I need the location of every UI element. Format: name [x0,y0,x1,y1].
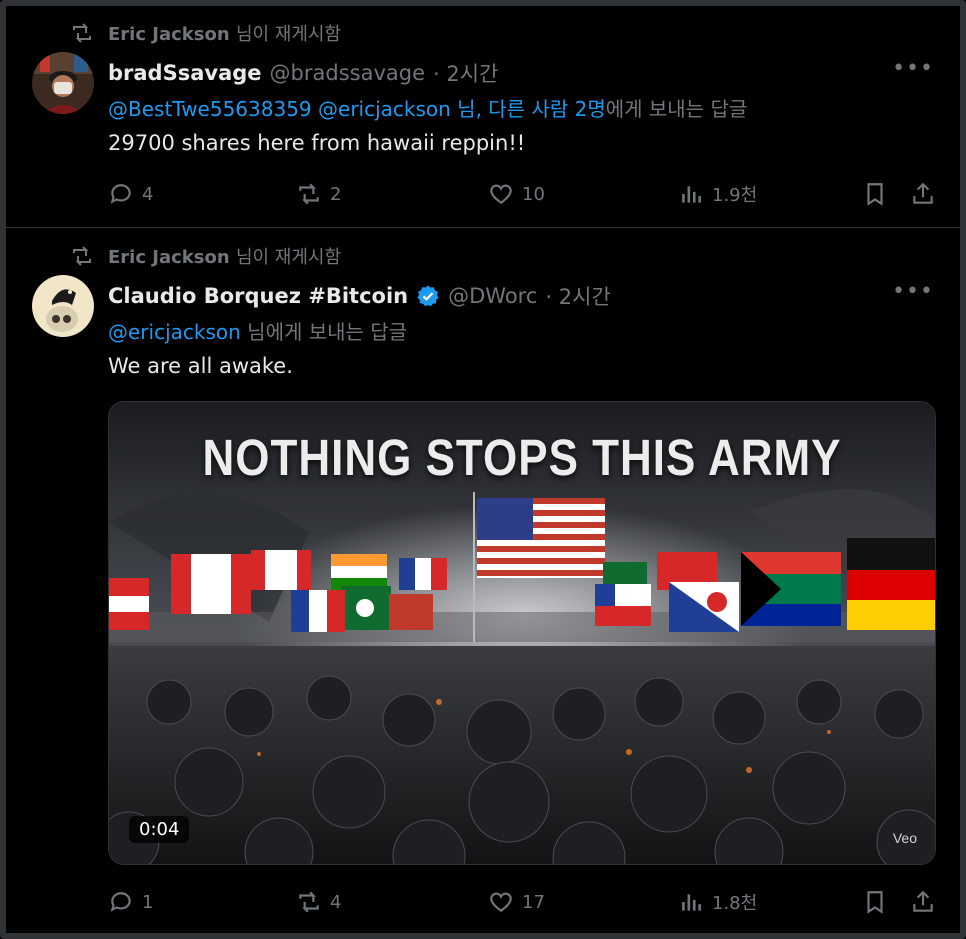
repost-icon [73,23,91,43]
reply-count: 4 [142,183,154,205]
repost-context[interactable]: Eric Jackson 님이 재게시함 [70,20,341,46]
action-bar: 4 2 10 1.9천 [108,179,938,209]
reposted-by-name[interactable]: Eric Jackson [108,247,230,268]
author-handle[interactable]: @bradssavage [270,61,425,85]
repost-context[interactable]: Eric Jackson 님이 재게시함 [70,243,341,269]
bookmark-button[interactable] [862,887,888,917]
share-icon [913,182,933,204]
reply-icon [110,892,131,912]
views-button[interactable]: 1.8천 [678,887,757,917]
tweet-header: bradSsavage @bradssavage · 2시간 [108,58,498,88]
like-button[interactable]: 17 [488,887,545,917]
like-icon [490,892,512,912]
like-count: 10 [522,183,545,205]
video-watermark: Veo [892,830,917,846]
reply-mentions[interactable]: @ericjackson [108,320,241,344]
more-icon[interactable]: ••• [892,279,934,304]
views-icon [682,894,701,911]
like-icon [490,184,512,204]
repost-button[interactable]: 2 [296,179,341,209]
bookmark-icon [867,891,883,914]
author-handle[interactable]: @DWorc [448,284,537,308]
tweet-bradssavage[interactable]: Eric Jackson 님이 재게시함 bradSsavage @bradss… [6,6,960,228]
reply-suffix: 에게 보내는 답글 [605,97,748,121]
views-icon [682,186,701,203]
tweet-text: We are all awake. [108,354,293,378]
tweet-header: Claudio Borquez #Bitcoin @DWorc · 2시간 [108,281,611,311]
video-title: NOTHING STOPS THIS ARMY [202,430,842,487]
like-button[interactable]: 10 [488,179,545,209]
share-button[interactable] [910,179,936,209]
action-bar: 1 4 17 1.8천 [108,887,938,917]
reply-icon [110,184,131,204]
video-duration: 0:04 [129,816,190,843]
like-count: 17 [522,891,545,913]
bookmark-icon [867,183,883,206]
reply-button[interactable]: 1 [108,887,153,917]
author-name[interactable]: bradSsavage [108,61,262,85]
views-button[interactable]: 1.9천 [678,179,757,209]
repost-count: 4 [330,891,342,913]
repost-icon [299,183,319,205]
share-button[interactable] [910,887,936,917]
share-icon [913,890,933,912]
timestamp[interactable]: · 2시간 [545,281,610,311]
views-count: 1.8천 [712,893,758,914]
reply-button[interactable]: 4 [108,179,153,209]
video-player[interactable]: NOTHING STOPS THIS ARMY 0:04 Veo [108,401,936,865]
timestamp[interactable]: · 2시간 [433,58,498,88]
repost-icon [73,246,91,266]
avatar[interactable] [32,275,94,337]
views-count: 1.9천 [712,185,758,206]
verified-badge-icon [417,285,439,307]
reply-suffix: 님에게 보내는 답글 [247,320,408,344]
reply-context: @BestTwe55638359 @ericjackson 님, 다른 사람 2… [108,93,747,122]
tweet-text: 29700 shares here from hawaii reppin!! [108,131,526,155]
reply-context: @ericjackson 님에게 보내는 답글 [108,316,407,345]
reposted-suffix: 님이 재게시함 [235,247,342,268]
reply-mentions[interactable]: @BestTwe55638359 @ericjackson [108,97,451,121]
repost-icon [299,891,319,913]
author-name[interactable]: Claudio Borquez #Bitcoin [108,284,408,308]
avatar[interactable] [32,52,94,114]
more-icon[interactable]: ••• [892,56,934,81]
reply-count: 1 [142,891,154,913]
reply-others[interactable]: 님, 다른 사람 2명 [457,97,606,121]
repost-count: 2 [330,183,342,205]
reposted-by-name[interactable]: Eric Jackson [108,24,230,45]
reposted-suffix: 님이 재게시함 [235,24,342,45]
repost-button[interactable]: 4 [296,887,341,917]
tweet-dworc[interactable]: Eric Jackson 님이 재게시함 Claudio Borquez #Bi… [6,229,960,933]
bookmark-button[interactable] [862,179,888,209]
